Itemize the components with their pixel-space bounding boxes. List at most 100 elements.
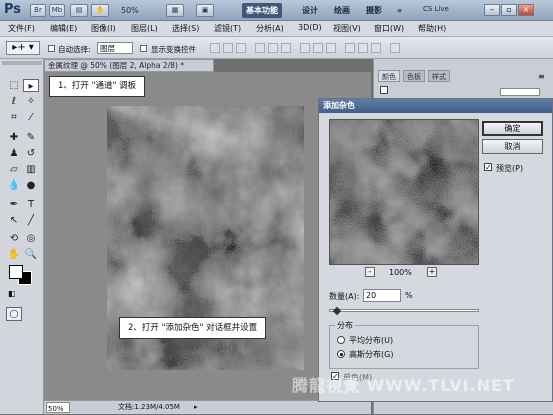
auto-select-target-select[interactable]: 图层 xyxy=(97,42,133,54)
distribution-label: 分布 xyxy=(335,320,355,331)
cancel-button[interactable]: 取消 xyxy=(482,139,543,154)
clone-stamp-icon[interactable]: ♟ xyxy=(6,147,22,160)
path-selection-icon[interactable]: ↖ xyxy=(6,214,22,227)
auto-select-checkbox[interactable] xyxy=(48,45,55,52)
3d-orbit-icon[interactable]: ◎ xyxy=(23,232,39,245)
align-middle-icon[interactable] xyxy=(223,43,233,53)
foreground-color-swatch[interactable] xyxy=(9,265,23,279)
align-top-icon[interactable] xyxy=(210,43,220,53)
menu-file[interactable]: 文件(F) xyxy=(8,23,35,34)
menu-image[interactable]: 图像(I) xyxy=(91,23,116,34)
guides-icon[interactable]: ▤ xyxy=(70,4,88,17)
workspace-painting[interactable]: 绘画 xyxy=(330,3,354,18)
uniform-radio[interactable] xyxy=(337,336,345,344)
screen-mode-icon[interactable]: ▣ xyxy=(196,4,214,17)
document-tab[interactable]: 金属纹理 @ 50% (图层 2, Alpha 2/8) * xyxy=(44,59,214,72)
menu-bar: 文件(F) 编辑(E) 图像(I) 图层(L) 选择(S) 滤镜(T) 分析(A… xyxy=(0,21,553,37)
hand-tool-icon[interactable]: ✋ xyxy=(91,4,109,17)
menu-edit[interactable]: 编辑(E) xyxy=(50,23,77,34)
align-left-icon[interactable] xyxy=(255,43,265,53)
crop-tool-icon[interactable]: ⌗ xyxy=(6,111,22,124)
workspace-photography[interactable]: 摄影 xyxy=(362,3,386,18)
distribute-left-icon[interactable] xyxy=(345,43,355,53)
pen-tool-icon[interactable]: ✒ xyxy=(6,198,22,211)
noise-preview[interactable] xyxy=(329,119,479,265)
menu-help[interactable]: 帮助(H) xyxy=(418,23,446,34)
blur-tool-icon[interactable]: 💧 xyxy=(6,179,22,192)
hand-tool-icon-panel[interactable]: ✋ xyxy=(6,248,22,261)
noise-preview-image xyxy=(330,120,478,264)
align-bottom-icon[interactable] xyxy=(236,43,246,53)
status-zoom-field[interactable]: 50% xyxy=(46,402,70,413)
minibridge-icon[interactable]: Mb xyxy=(49,4,65,17)
healing-brush-icon[interactable]: ✚ xyxy=(6,131,22,144)
close-button[interactable]: × xyxy=(518,4,534,16)
lasso-tool-icon[interactable]: ℓ xyxy=(6,95,22,108)
amount-input[interactable]: 20 xyxy=(363,289,401,302)
tab-styles[interactable]: 样式 xyxy=(428,70,450,82)
menu-analysis[interactable]: 分析(A) xyxy=(256,23,284,34)
menu-view[interactable]: 视图(V) xyxy=(333,23,361,34)
minimize-button[interactable]: – xyxy=(484,4,500,16)
brush-tool-icon[interactable]: ✎ xyxy=(23,131,39,144)
menu-layer[interactable]: 图层(L) xyxy=(131,23,158,34)
history-brush-icon[interactable]: ↺ xyxy=(23,147,39,160)
status-bar: 50% 文档:1.23M/4.05M ▸ xyxy=(44,400,371,414)
maximize-button[interactable]: ▫ xyxy=(501,4,517,16)
panel-menu-icon[interactable]: ≡ xyxy=(538,72,545,81)
magic-wand-icon[interactable]: ✧ xyxy=(23,95,39,108)
distribute-bottom-icon[interactable] xyxy=(326,43,336,53)
zoom-out-button[interactable]: - xyxy=(365,267,375,277)
3d-rotate-icon[interactable]: ⟲ xyxy=(6,232,22,245)
arrange-documents-icon[interactable]: ▦ xyxy=(166,4,184,17)
line-tool-icon[interactable]: ╱ xyxy=(23,214,39,227)
bridge-icon[interactable]: Br xyxy=(30,4,46,17)
zoom-tool-icon[interactable]: 🔍 xyxy=(23,248,39,261)
default-colors-icon[interactable]: ◧ xyxy=(8,289,16,298)
workspace-essentials[interactable]: 基本功能 xyxy=(242,3,282,18)
preview-checkbox[interactable]: ✓ xyxy=(484,163,492,172)
color-value-field[interactable] xyxy=(500,88,540,96)
tab-swatches[interactable]: 色板 xyxy=(403,70,425,82)
eyedropper-icon[interactable]: ⁄ xyxy=(23,111,39,124)
workspace-design[interactable]: 设计 xyxy=(298,3,322,18)
status-menu-arrow-icon[interactable]: ▸ xyxy=(194,401,198,413)
distribute-center-icon[interactable] xyxy=(358,43,368,53)
dodge-tool-icon[interactable]: ● xyxy=(23,179,39,192)
distribution-group xyxy=(329,325,479,369)
amount-slider-track[interactable] xyxy=(329,309,479,312)
status-doc-size: 文档:1.23M/4.05M xyxy=(118,403,180,411)
auto-align-icon[interactable] xyxy=(390,43,400,53)
amount-unit: % xyxy=(405,291,413,300)
zoom-in-button[interactable]: + xyxy=(427,267,437,277)
quick-mask-icon[interactable]: ◯ xyxy=(6,307,22,321)
marquee-tool-icon[interactable]: ⬚ xyxy=(6,79,22,92)
distribute-top-icon[interactable] xyxy=(300,43,310,53)
zoom-level-select[interactable]: 50% xyxy=(121,4,161,17)
preview-label: 预览(P) xyxy=(496,164,524,173)
menu-3d[interactable]: 3D(D) xyxy=(298,23,322,32)
dialog-title: 添加杂色 xyxy=(319,99,552,113)
ok-button[interactable]: 确定 xyxy=(482,121,543,136)
menu-select[interactable]: 选择(S) xyxy=(172,23,199,34)
align-right-icon[interactable] xyxy=(281,43,291,53)
show-transform-checkbox[interactable] xyxy=(140,45,147,52)
cs-live-button[interactable]: CS Live xyxy=(423,5,449,13)
distribute-right-icon[interactable] xyxy=(371,43,381,53)
preview-zoom-level: 100% xyxy=(389,268,412,277)
align-center-icon[interactable] xyxy=(268,43,278,53)
type-tool-icon[interactable]: T xyxy=(23,198,39,211)
move-tool-preset-icon[interactable]: ▸+ ▾ xyxy=(6,41,40,55)
distribute-middle-icon[interactable] xyxy=(313,43,323,53)
workspace-more-icon[interactable]: » xyxy=(393,3,406,18)
gradient-tool-icon[interactable]: ▥ xyxy=(23,163,39,176)
color-swatch-icon[interactable] xyxy=(380,86,388,94)
tools-panel-grip[interactable] xyxy=(2,61,42,65)
gaussian-radio[interactable] xyxy=(337,350,345,358)
gaussian-label: 高斯分布(G) xyxy=(349,350,394,359)
move-tool-icon[interactable]: ▸ xyxy=(23,79,39,92)
tab-color[interactable]: 颜色 xyxy=(378,70,400,82)
menu-window[interactable]: 窗口(W) xyxy=(374,23,404,34)
eraser-tool-icon[interactable]: ▱ xyxy=(6,163,22,176)
menu-filter[interactable]: 滤镜(T) xyxy=(214,23,241,34)
